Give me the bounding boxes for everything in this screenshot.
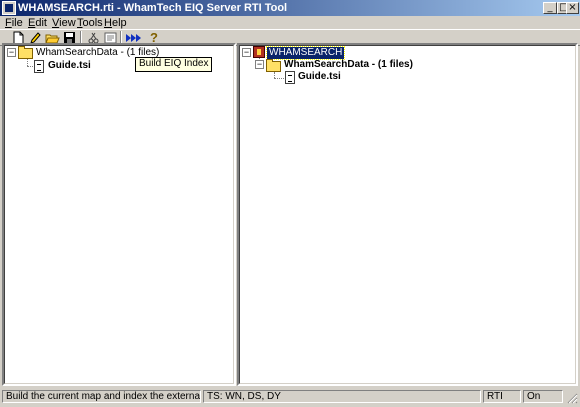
status-bar: Build the current map and index the exte… (0, 388, 580, 405)
status-message: Build the current map and index the exte… (2, 390, 201, 403)
resize-grip-icon[interactable] (566, 392, 578, 404)
left-root-expander[interactable]: − (7, 48, 16, 57)
status-mode: RTI (483, 390, 521, 403)
tree-connector (27, 59, 28, 66)
menu-view[interactable]: View (52, 16, 76, 30)
right-tree-pane[interactable] (237, 43, 578, 386)
menu-file[interactable]: File (5, 16, 23, 30)
close-button[interactable]: × (566, 2, 579, 14)
document-icon (285, 71, 295, 84)
left-tree-file-label[interactable]: Guide.tsi (48, 60, 91, 72)
status-state: On (523, 390, 563, 403)
right-folder-expander[interactable]: − (255, 60, 264, 69)
menu-tools[interactable]: Tools (77, 16, 103, 30)
menu-bar: File Edit View Tools Help (0, 16, 580, 30)
right-tree-frame (239, 45, 576, 384)
build-index-tooltip: Build EIQ Index (135, 57, 213, 72)
title-bar[interactable]: WHAMSEARCH.rti - WhamTech EIQ Server RTI… (0, 0, 580, 16)
document-icon (34, 60, 44, 73)
right-tree-root-label[interactable]: WHAMSEARCH (265, 46, 346, 60)
window-title: WHAMSEARCH.rti - WhamTech EIQ Server RTI… (18, 2, 288, 14)
menu-edit[interactable]: Edit (28, 16, 47, 30)
right-tree-folder-label[interactable]: WhamSearchData - (1 files) (284, 59, 413, 71)
left-tree-frame (4, 45, 234, 384)
app-icon[interactable] (2, 1, 16, 15)
folder-icon (266, 59, 281, 72)
status-ts: TS: WN, DS, DY (203, 390, 481, 403)
menu-help[interactable]: Help (104, 16, 127, 30)
right-tree-file-label[interactable]: Guide.tsi (298, 71, 341, 83)
left-tree-pane[interactable] (2, 43, 236, 386)
minimize-button[interactable]: _ (543, 2, 557, 14)
folder-icon (18, 46, 33, 59)
server-icon (253, 46, 265, 58)
right-root-expander[interactable]: − (242, 48, 251, 57)
app-window: WHAMSEARCH.rti - WhamTech EIQ Server RTI… (0, 0, 580, 405)
tree-connector (274, 78, 284, 79)
tree-connector (27, 66, 33, 67)
